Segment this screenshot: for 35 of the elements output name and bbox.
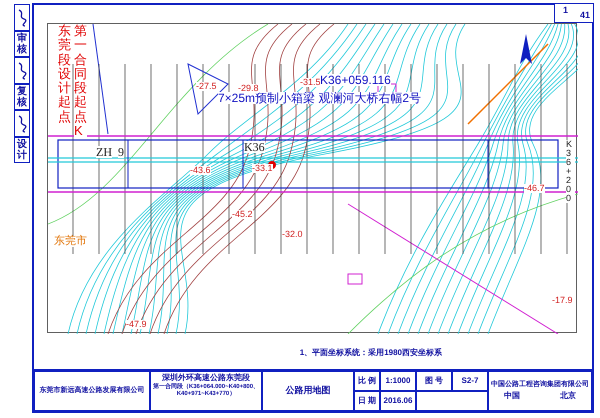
elevation-label: -31.5 — [300, 78, 321, 87]
chainage-label: ZH — [96, 146, 112, 158]
elevation-label: -17.9 — [552, 296, 573, 305]
chainage-label: 9 — [118, 146, 124, 158]
date-value: 2016.06 — [380, 391, 416, 411]
elevation-label: -33.1 — [252, 164, 273, 173]
elevation-label: -27.5 — [196, 82, 217, 91]
signature-role-label: 复核 — [17, 86, 27, 108]
drawing-number-label: 图 号 — [416, 371, 452, 391]
place-label: 东莞市 — [54, 236, 87, 247]
elevation-label: -47.9 — [126, 320, 147, 329]
chainage-label: K36+200 — [566, 140, 575, 203]
boundary-label: 东莞段设计起点 — [58, 24, 71, 124]
sheet-total: 41 — [580, 8, 590, 22]
project-name: 深圳外环高速公路东莞段 — [161, 372, 251, 383]
elevation-label: -32.0 — [282, 230, 303, 239]
drawing-number: S2-7 — [452, 371, 488, 391]
sheet-number: 1 — [563, 4, 568, 17]
signature-role-label: 审核 — [17, 33, 27, 55]
scale-value: 1:1000 — [380, 371, 416, 391]
coordinate-note: 1、平面坐标系统：采用1980西安坐标系 — [300, 347, 442, 359]
chainage-label: K36 — [244, 141, 265, 153]
country-label: 中国 — [504, 390, 520, 402]
elevation-label: -29.8 — [238, 84, 259, 93]
city-label: 北京 — [560, 390, 576, 402]
station-label: 7×25m预制小箱梁 观澜河大桥右幅2号 — [218, 92, 422, 104]
date-label: 日 期 — [354, 391, 380, 411]
drawing-title: 公路用地图 — [262, 371, 354, 411]
elevation-label: -46.7 — [524, 184, 545, 193]
scale-label: 比 例 — [354, 371, 380, 391]
boundary-label: 第一合同段起点K — [74, 24, 87, 138]
elevation-label: -45.2 — [232, 210, 253, 219]
elevation-label: -43.6 — [190, 166, 211, 175]
station-label: K36+059.116 — [320, 74, 391, 86]
signature-role-label: 设计 — [17, 139, 27, 161]
